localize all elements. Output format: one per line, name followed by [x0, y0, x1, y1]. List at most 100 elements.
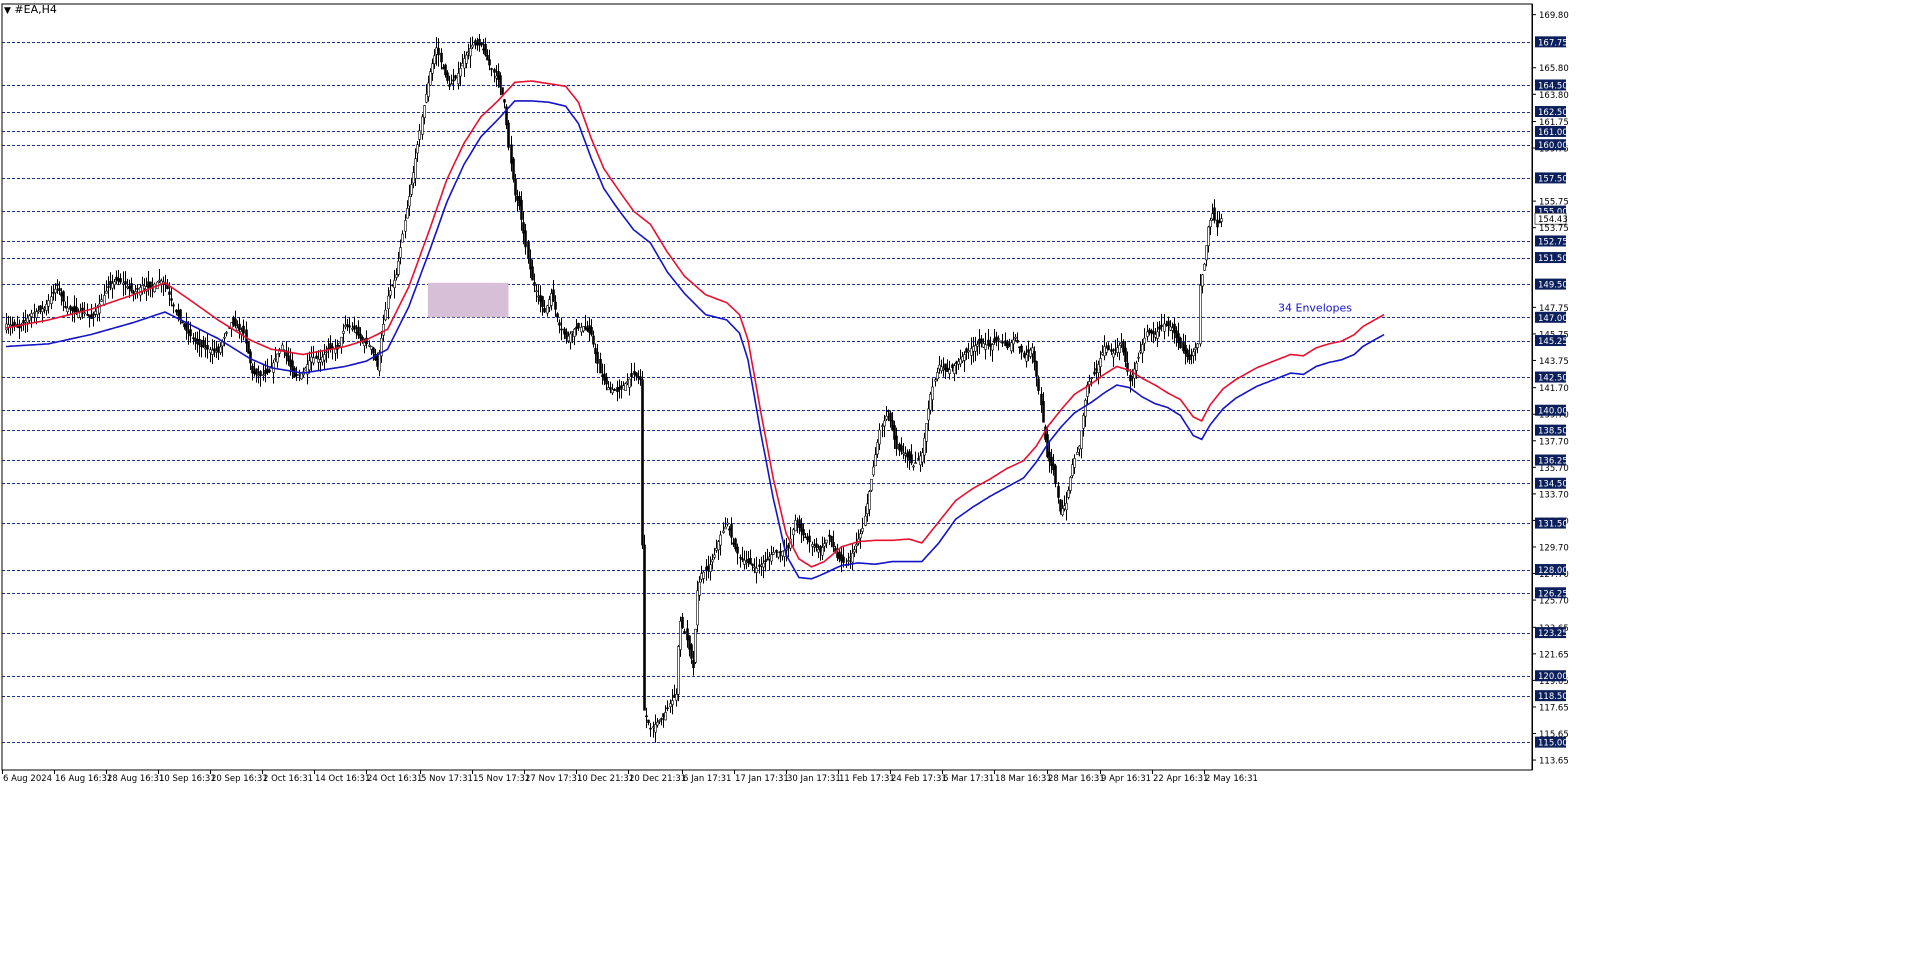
candle-body: [340, 336, 343, 348]
candle-body: [514, 178, 517, 196]
candle-body: [192, 337, 195, 340]
candle-body: [234, 318, 237, 327]
candle-body: [724, 526, 727, 530]
candle-body: [64, 306, 67, 308]
candle-body: [1218, 220, 1221, 224]
candle-body: [1071, 464, 1074, 476]
candle-body: [677, 646, 680, 695]
price-level-tag-label: 140.00: [1538, 407, 1568, 417]
candle-body: [664, 712, 667, 721]
candle-body: [569, 333, 572, 343]
price-level-tag-label: 160.00: [1538, 141, 1568, 151]
candle-body: [520, 199, 523, 220]
candle-body: [1150, 330, 1153, 334]
candle-body: [730, 524, 733, 538]
candle-body: [488, 59, 491, 66]
candle-body: [554, 301, 557, 310]
time-tick-label: 24 Feb 17:31: [891, 774, 947, 784]
candle-body: [772, 551, 775, 555]
candle-body: [660, 718, 663, 720]
candle-body: [764, 560, 767, 563]
candle-body: [56, 283, 59, 286]
candle-body: [465, 54, 468, 64]
time-tick-label: 5 Nov 17:31: [421, 774, 473, 784]
candle-body: [980, 338, 983, 343]
candle-body: [666, 707, 669, 710]
candle-body: [73, 305, 76, 313]
candle-body: [30, 313, 33, 317]
candle-body: [1059, 499, 1062, 512]
candle-body: [251, 365, 254, 374]
candle-body: [179, 309, 182, 320]
candle-body: [124, 281, 127, 285]
candle-body: [247, 341, 250, 354]
candle-body: [1165, 324, 1168, 326]
candle-body: [531, 266, 534, 281]
chart-canvas[interactable]: 169.80165.80163.80161.75159.75155.75153.…: [0, 0, 1916, 963]
candle-body: [115, 276, 118, 281]
candle-body: [499, 75, 502, 88]
envelope-upper-line: [5, 80, 1385, 568]
candle-body: [1020, 345, 1023, 353]
candle-body: [211, 349, 214, 355]
price-level-tag-label: 123.25: [1538, 629, 1568, 639]
candle-body: [1084, 399, 1087, 417]
candle-body: [1052, 463, 1055, 471]
candle-body: [480, 42, 483, 46]
candle-body: [421, 116, 424, 135]
candle-body: [136, 288, 139, 290]
candle-body: [1213, 207, 1216, 221]
candle-body: [645, 715, 648, 718]
candle-body: [236, 327, 239, 332]
candle-body: [1023, 352, 1026, 358]
candle-body: [902, 452, 905, 455]
time-tick-label: 28 Mar 16:31: [1048, 774, 1105, 784]
candle-body: [312, 357, 315, 364]
chart-menu-icon[interactable]: ▼: [4, 6, 11, 16]
candle-body: [872, 466, 875, 476]
candle-body: [47, 300, 50, 307]
candle-body: [832, 542, 835, 548]
candle-body: [295, 374, 298, 377]
candle-body: [397, 260, 400, 275]
candle-body: [408, 196, 411, 207]
candle-body: [75, 306, 78, 312]
price-chart[interactable]: 169.80165.80163.80161.75159.75155.75153.…: [0, 0, 1916, 963]
candle-body: [58, 288, 61, 292]
candle-body: [452, 79, 455, 82]
candle-body: [1201, 274, 1204, 287]
candle-body: [276, 353, 279, 363]
candle-body: [999, 340, 1002, 343]
candle-body: [1182, 341, 1185, 352]
price-tick-label: 169.80: [1539, 11, 1569, 21]
candle-body: [1184, 345, 1187, 355]
candle-body: [177, 309, 180, 317]
candle-body: [696, 590, 699, 626]
candle-body: [560, 328, 563, 331]
candle-body: [484, 43, 487, 56]
time-tick-label: 20 Sep 16:31: [211, 774, 268, 784]
price-tick-label: 133.70: [1539, 490, 1569, 500]
candle-body: [1048, 451, 1051, 462]
candle-body: [92, 313, 95, 316]
candle-body: [217, 346, 220, 353]
time-tick-label: 15 Nov 17:31: [473, 774, 530, 784]
candle-body: [1054, 465, 1057, 484]
plot-frame: [1, 3, 1533, 771]
candle-body: [654, 724, 657, 733]
candle-body: [808, 535, 811, 543]
candle-body: [1194, 347, 1197, 350]
candle-body: [325, 351, 328, 354]
candle-body: [387, 295, 390, 309]
candle-body: [1171, 327, 1174, 331]
candle-body: [215, 350, 218, 353]
candle-body: [927, 408, 930, 421]
candle-body: [1105, 347, 1108, 353]
candle-body: [1175, 330, 1178, 339]
candle-body: [353, 325, 356, 330]
candle-body: [1173, 323, 1176, 334]
candle-body: [105, 290, 108, 294]
price-level-tag-label: 128.00: [1538, 566, 1568, 576]
candle-body: [821, 547, 824, 556]
candle-body: [605, 376, 608, 385]
